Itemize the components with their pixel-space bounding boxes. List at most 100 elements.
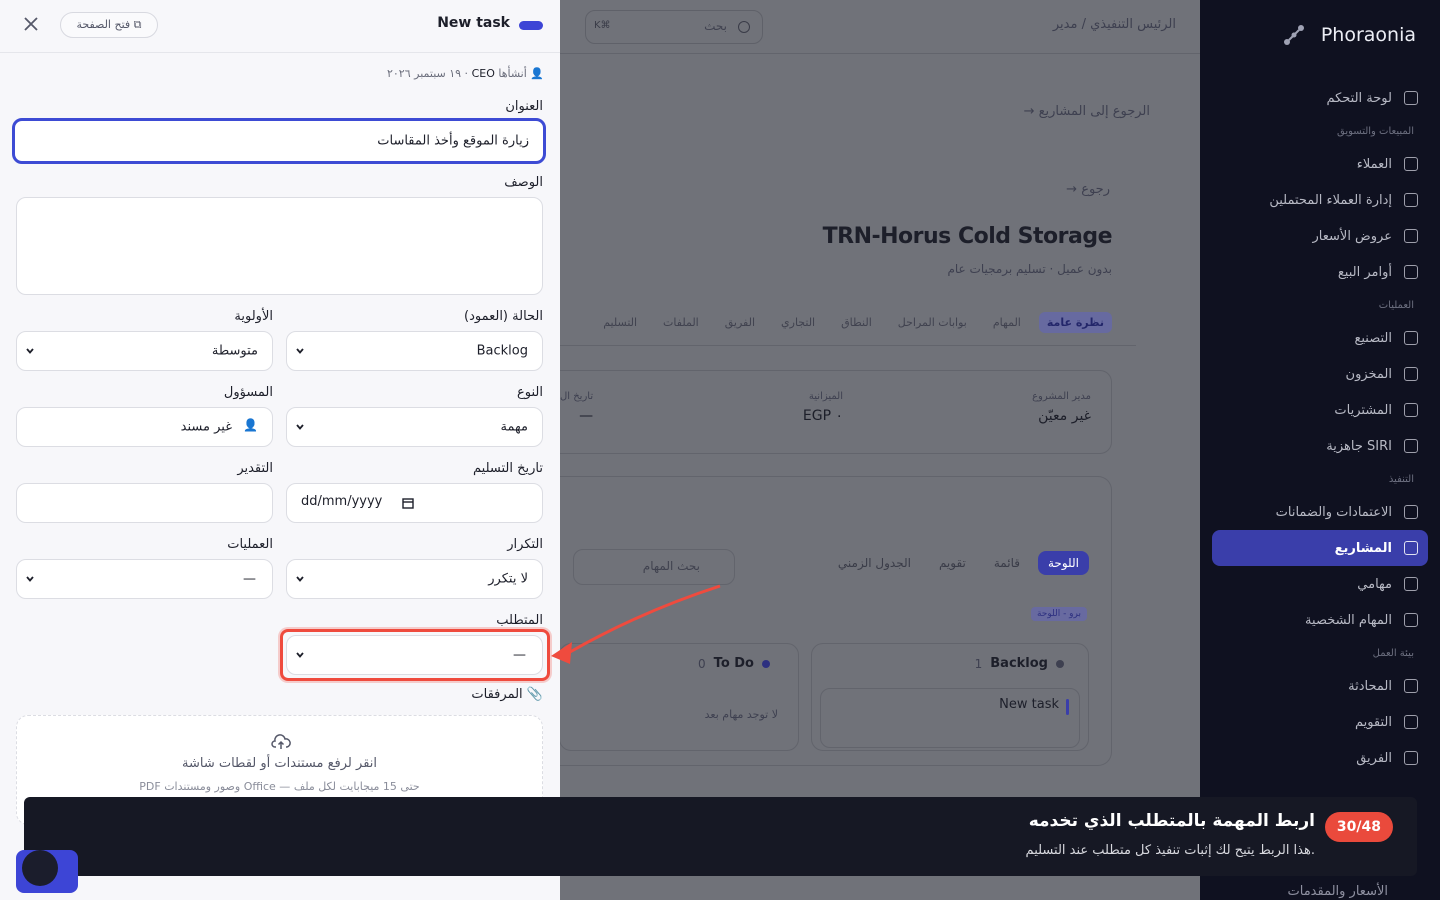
sidebar-item[interactable]: العملاء	[1212, 146, 1428, 182]
sidebar-item[interactable]: المشاريع	[1212, 530, 1428, 566]
column-count: 0	[698, 656, 706, 671]
project-title: TRN-Horus Cold Storage	[822, 224, 1113, 249]
column-todo[interactable]: To Do 0 لا توجد مهام بعد	[559, 643, 799, 751]
tutorial-subtitle: هذا الربط يتيح لك إثبات تنفيذ كل متطلب ع…	[1025, 843, 1315, 858]
pro-badge: برو - اللوحة	[1030, 607, 1087, 621]
nav-icon	[1404, 679, 1418, 693]
drawer-title: New task	[437, 15, 510, 31]
nav-icon	[1404, 403, 1418, 417]
column-header: To Do 0	[698, 656, 770, 671]
sidebar-item-label: العملاء	[1356, 156, 1392, 172]
sidebar-item-label: إدارة العملاء المحتملين	[1269, 192, 1392, 208]
description-textarea[interactable]	[16, 197, 543, 295]
breadcrumb[interactable]: الرئيس التنفيذي / مدير	[1053, 17, 1176, 32]
column-backlog[interactable]: Backlog 1 New task	[811, 643, 1089, 751]
sidebar-item[interactable]: التقويم	[1212, 704, 1428, 740]
back-link[interactable]: → رجوع	[1066, 182, 1110, 197]
sidebar-section-label: العمليات	[1212, 290, 1428, 320]
view-option[interactable]: تقويم	[929, 551, 976, 575]
brand[interactable]: Phoraonia	[1281, 22, 1416, 48]
title-input[interactable]: زيارة الموقع وأخذ المقاسات	[12, 118, 546, 164]
sidebar-section-label: المبيعات والتسويق	[1212, 116, 1428, 146]
sidebar-item-label: المشتريات	[1334, 402, 1392, 418]
view-option[interactable]: قائمة	[984, 551, 1030, 575]
task-card[interactable]: New task	[820, 688, 1080, 748]
column-name: Backlog	[990, 656, 1048, 671]
type-select[interactable]: مهمة	[286, 407, 543, 447]
view-option[interactable]: الجدول الزمني	[828, 551, 921, 575]
empty-column-text: لا توجد مهام بعد	[704, 708, 778, 721]
project-tab[interactable]: المهام	[985, 312, 1029, 333]
sidebar-item[interactable]: الاعتمادات والضمانات	[1212, 494, 1428, 530]
nav-icon	[1404, 265, 1418, 279]
operations-label: العمليات	[227, 537, 273, 552]
upload-sub-text: PDF وصور ومستندات Office — حتى 15 ميجابا…	[139, 780, 420, 793]
sidebar-item[interactable]: المخزون	[1212, 356, 1428, 392]
project-tab[interactable]: التسليم	[595, 312, 645, 333]
sidebar-item[interactable]: المشتريات	[1212, 392, 1428, 428]
chat-icon	[22, 850, 58, 886]
sidebar-item[interactable]: إدارة العملاء المحتملين	[1212, 182, 1428, 218]
sidebar-item[interactable]: المهام الشخصية	[1212, 602, 1428, 638]
global-search[interactable]: بحث K⌘	[585, 10, 763, 44]
stat-date: تاريخ ال —	[560, 391, 593, 424]
chat-fab-button[interactable]	[16, 850, 78, 893]
project-tab[interactable]: النطاق	[833, 312, 880, 333]
tab-divider	[560, 345, 1136, 346]
stat-label: مدير المشروع	[1032, 391, 1091, 402]
open-page-button[interactable]: فتح الصفحة ⧉	[60, 12, 158, 38]
sidebar-item[interactable]: الفريق	[1212, 740, 1428, 776]
repeat-select[interactable]: لا يتكرر	[286, 559, 543, 599]
created-meta: ١٩ سبتمبر ٢٠٢٦ · CEO أنشأها 👤	[386, 67, 544, 80]
project-tab[interactable]: الفريق	[717, 312, 763, 333]
priority-value: متوسطة	[211, 343, 258, 359]
project-tabs: نظرة عامة المهام بوابات المراحل النطاق التجا…	[595, 312, 1112, 333]
sidebar-partial-item[interactable]: الأسعار والمقدمات	[1288, 884, 1389, 899]
cloud-upload-icon	[271, 734, 291, 749]
sidebar-item[interactable]: التصنيع	[1212, 320, 1428, 356]
sidebar-item[interactable]: عروض الأسعار	[1212, 218, 1428, 254]
nav-icon	[1404, 367, 1418, 381]
chevron-down-icon	[296, 348, 304, 354]
nav-icon	[1404, 331, 1418, 345]
repeat-value: لا يتكرر	[488, 571, 528, 587]
chevron-down-icon	[296, 424, 304, 430]
due-date-input[interactable]: dd/mm/yyyy	[286, 483, 543, 523]
project-tab[interactable]: بوابات المراحل	[890, 312, 975, 333]
sidebar-item[interactable]: لوحة التحكم	[1212, 80, 1428, 116]
back-to-projects-link[interactable]: → الرجوع إلى المشاريع	[1024, 104, 1150, 119]
title-value: زيارة الموقع وأخذ المقاسات	[377, 133, 529, 149]
card-accent	[1066, 699, 1069, 715]
sidebar-item-label: مهامي	[1357, 576, 1392, 592]
upload-main-text: انقر لرفع مستندات أو لقطات شاشة	[182, 756, 377, 771]
nav-icon	[1404, 577, 1418, 591]
assignee-select[interactable]: غير مسند 👤	[16, 407, 273, 447]
task-search-input[interactable]: بحث المهام	[573, 549, 735, 585]
calendar-icon[interactable]	[402, 497, 414, 509]
project-tab[interactable]: الملفات	[655, 312, 707, 333]
project-tab[interactable]: نظرة عامة	[1038, 312, 1112, 333]
nav-icon	[1404, 439, 1418, 453]
priority-select[interactable]: متوسطة	[16, 331, 273, 371]
sidebar-section-label: التنفيذ	[1212, 464, 1428, 494]
nav-icon	[1404, 157, 1418, 171]
status-select[interactable]: Backlog	[286, 331, 543, 371]
close-icon[interactable]	[22, 15, 40, 33]
sidebar-item-label: المشاريع	[1334, 540, 1392, 556]
task-card-title: New task	[999, 697, 1059, 712]
sidebar-item[interactable]: المحادثة	[1212, 668, 1428, 704]
task-color-pill[interactable]	[519, 21, 543, 30]
description-label: الوصف	[504, 175, 543, 190]
sidebar-item[interactable]: جاهزية SIRI	[1212, 428, 1428, 464]
nav-icon	[1404, 229, 1418, 243]
estimate-input[interactable]	[16, 483, 273, 523]
sidebar-item[interactable]: مهامي	[1212, 566, 1428, 602]
view-option[interactable]: اللوحة	[1037, 551, 1089, 575]
nav-icon	[1404, 505, 1418, 519]
sidebar-item-label: المهام الشخصية	[1305, 612, 1392, 628]
sidebar-item[interactable]: أوامر البيع	[1212, 254, 1428, 290]
project-tab[interactable]: التجاري	[773, 312, 823, 333]
operations-select[interactable]: —	[16, 559, 273, 599]
tutorial-title: اربط المهمة بالمتطلب الذي تخدمه	[1028, 811, 1315, 831]
created-by: CEO	[471, 67, 495, 80]
